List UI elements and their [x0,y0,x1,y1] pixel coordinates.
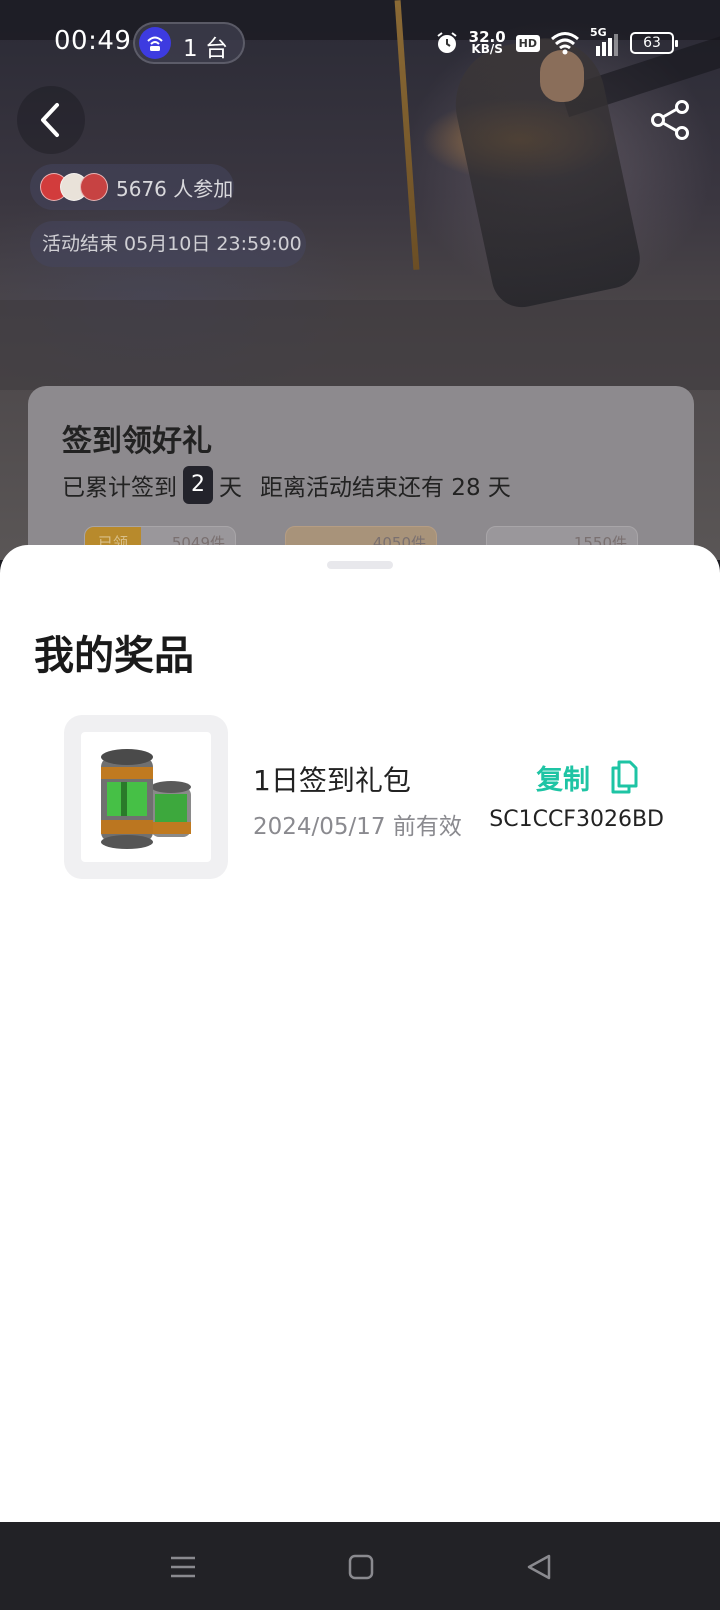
battery-icon: 63 [630,32,678,54]
back-nav-button[interactable] [514,1542,564,1592]
participants-count: 5676 人参加 [116,176,234,201]
system-navigation-bar [0,1522,720,1610]
status-icons: 32.0 KB/S HD 5G 63 [435,26,678,58]
checkin-remaining: 距离活动结束还有 28 天 [260,475,511,501]
prize-validity: 2024/05/17 前有效 [253,814,462,840]
checkin-prefix: 已累计签到 [62,475,177,501]
prize-thumbnail [64,715,228,879]
share-icon [651,100,689,140]
prize-code: SC1CCF3026BD [489,807,664,832]
hd-badge: HD [515,34,540,52]
participants-badge: 5676 人参加 [30,164,234,210]
activity-end-time: 活动结束 05月10日 23:59:00 [30,221,306,267]
hotspot-icon [139,27,171,59]
prize-name: 1日签到礼包 [253,764,411,797]
signal-label: 5G [590,26,607,39]
copy-icon [611,760,638,794]
sheet-grabber[interactable] [327,561,393,569]
net-speed: 32.0 KB/S [469,30,506,56]
menu-icon [171,1556,195,1578]
chevron-left-icon [41,103,59,137]
prize-image [81,732,211,862]
checkin-days-badge: 2 [183,466,213,504]
home-icon [348,1554,374,1580]
menu-button[interactable] [158,1542,208,1592]
prize-list-item: 1日签到礼包 2024/05/17 前有效 复制 SC1CCF3026BD [64,715,664,879]
my-prizes-sheet: 我的奖品 1日签到礼包 2024/05/17 前有效 复制 SC1CCF3026… [0,545,720,1522]
status-bar: 00:49 1 台 32.0 KB/S HD 5G 63 [0,0,720,86]
copy-code-button[interactable]: 复制 [536,755,638,799]
wifi-icon [551,32,579,55]
status-time: 00:49 [54,26,132,56]
share-button[interactable] [640,90,700,150]
sheet-title: 我的奖品 [34,633,194,679]
checkin-summary: 已累计签到 2 天 距离活动结束还有 28 天 [62,466,511,504]
hotspot-count: 1 台 [183,36,228,62]
checkin-title: 签到领好礼 [62,424,212,459]
copy-label: 复制 [536,764,590,796]
signal-icon: 5G [590,26,620,56]
checkin-day-unit: 天 [219,475,242,501]
net-speed-unit: KB/S [471,42,503,56]
home-button[interactable] [336,1542,386,1592]
back-button[interactable] [17,86,85,154]
alarm-icon [437,32,457,53]
triangle-back-icon [527,1554,551,1580]
hotspot-indicator: 1 台 [133,22,245,64]
avatar [80,173,108,201]
